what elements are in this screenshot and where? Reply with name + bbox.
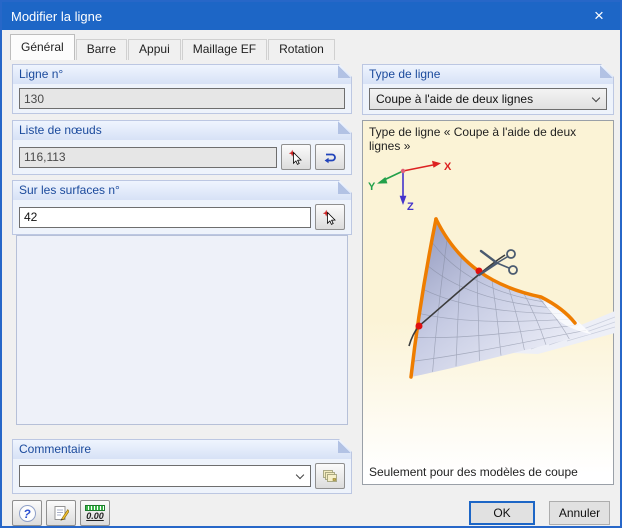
line-number-input[interactable] [19, 88, 345, 109]
edit-comment-button[interactable] [46, 500, 76, 526]
empty-list-panel [16, 235, 348, 425]
chevron-down-icon [296, 471, 304, 479]
modify-line-dialog: Modifier la ligne × Général Barre Appui … [0, 0, 622, 528]
line-type-value: Coupe à l'aide de deux lignes [376, 92, 534, 106]
dialog-title: Modifier la ligne [11, 8, 103, 24]
line-type-info-panel: Type de ligne « Coupe à l'aide de deux l… [362, 120, 615, 485]
cut-illustration: X Y Z [368, 160, 615, 379]
pick-arrow-star-icon [288, 149, 304, 165]
tab-appui[interactable]: Appui [128, 39, 181, 60]
axis-z-label: Z [407, 201, 414, 213]
tab-rotation[interactable]: Rotation [268, 39, 335, 60]
group-node-list-header: Liste de nœuds [13, 121, 351, 140]
pick-arrow-star-icon [322, 209, 338, 225]
line-type-combobox[interactable]: Coupe à l'aide de deux lignes [369, 88, 607, 110]
group-line-type-header: Type de ligne [363, 65, 613, 84]
group-surfaces: Sur les surfaces n° [12, 180, 352, 235]
close-icon[interactable]: × [578, 2, 620, 30]
node-list-input[interactable] [19, 147, 277, 168]
comment-presets-button[interactable] [315, 463, 345, 489]
comment-combobox[interactable] [19, 465, 311, 487]
pick-surfaces-button[interactable] [315, 204, 345, 230]
info-footer-note: Seulement pour des modèles de coupe [369, 465, 578, 479]
dialog-titlebar[interactable]: Modifier la ligne × [2, 2, 620, 30]
tab-bar: Général Barre Appui Maillage EF Rotation [10, 33, 336, 60]
comment-stack-icon [322, 468, 338, 484]
group-surfaces-header: Sur les surfaces n° [13, 181, 351, 200]
tab-general[interactable]: Général [10, 34, 75, 60]
help-button[interactable]: ? [12, 500, 42, 526]
edit-note-icon [54, 506, 69, 521]
reverse-arrow-icon [322, 149, 338, 165]
group-comment-header: Commentaire [13, 440, 351, 459]
tab-barre[interactable]: Barre [75, 39, 128, 60]
units-icon: 0.00 [85, 505, 105, 521]
scissors-icon [477, 249, 518, 277]
axis-icon: X Y Z [368, 160, 452, 213]
help-icon: ? [18, 504, 36, 522]
surfaces-input[interactable] [19, 207, 311, 228]
group-line-number-header: Ligne n° [13, 65, 351, 84]
cut-point-2 [415, 322, 423, 330]
group-line-type: Type de ligne Coupe à l'aide de deux lig… [362, 64, 614, 115]
axis-y-label: Y [368, 181, 376, 193]
tab-maillage-ef[interactable]: Maillage EF [181, 39, 268, 60]
group-node-list: Liste de nœuds [12, 120, 352, 175]
pick-nodes-button[interactable] [281, 144, 311, 170]
ok-button[interactable]: OK [469, 501, 535, 525]
group-line-number: Ligne n° [12, 64, 352, 114]
chevron-down-icon [592, 94, 600, 102]
axis-x-label: X [444, 161, 452, 173]
units-button[interactable]: 0.00 [80, 500, 110, 526]
reverse-orientation-button[interactable] [315, 144, 345, 170]
group-comment: Commentaire [12, 439, 352, 494]
cancel-button[interactable]: Annuler [549, 501, 610, 525]
